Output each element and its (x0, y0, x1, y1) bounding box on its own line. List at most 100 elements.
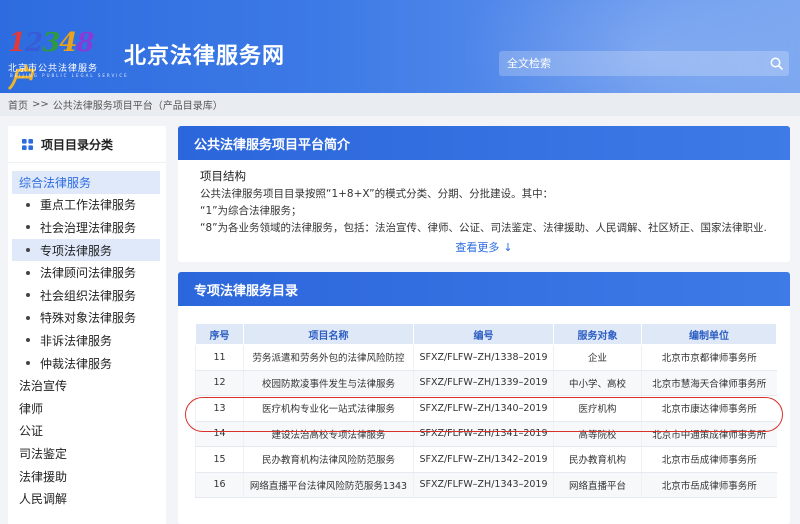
sidebar-item-label: 司法鉴定 (19, 446, 68, 461)
sidebar-item[interactable]: 专项法律服务 (12, 238, 160, 262)
cell-organization: 北京市康达律师事务所 (641, 395, 777, 422)
catalog-table-wrap: 序号 项目名称 编号 服务对象 编制单位 11 劳务派遣和劳务外包的法律风险防控 S… (195, 323, 777, 498)
cell-target: 企业 (553, 344, 642, 371)
cell-code: SFXZ/FLFW–ZH/1338–2019 (413, 344, 554, 371)
sidebar-item-label: 综合法律服务 (19, 175, 92, 190)
table-row[interactable]: 16 网络直播平台法律风险防范服务1343 SFXZ/FLFW–ZH/1343–20… (195, 472, 777, 498)
bullet-icon (26, 202, 30, 207)
sidebar-item-label: 律师 (19, 401, 44, 416)
intro-line: “1”为综合法律服务； (200, 205, 302, 217)
sidebar-item[interactable]: 社会治理法律服务 (8, 216, 166, 239)
cell-project-name: 网络直播平台法律风险防范服务1343 (243, 472, 414, 498)
sidebar-item-label: 公证 (19, 424, 44, 439)
sidebar-item[interactable]: 非诉法律服务 (8, 329, 166, 352)
table-row[interactable]: 14 建设法治高校专项法律服务 SFXZ/FLFW–ZH/1341–2019 高等院校… (195, 421, 777, 447)
sidebar-item[interactable]: 社会组织法律服务 (8, 284, 166, 307)
intro-card-title: 公共法律服务项目平台简介 (178, 126, 790, 160)
cell-index: 15 (195, 446, 244, 473)
search-icon (770, 57, 783, 70)
sidebar-item-label: 专项法律服务 (40, 243, 113, 258)
table-row[interactable]: 12 校园防欺凌事件发生与法律服务 SFXZ/FLFW–ZH/1339–2019 中小… (195, 370, 777, 396)
bullet-icon (26, 293, 30, 298)
sidebar-item-label: 法治宣传 (19, 379, 68, 394)
cell-index: 13 (195, 395, 244, 422)
grid-icon (22, 138, 33, 150)
sidebar-item[interactable]: 公证 (8, 420, 166, 443)
search-box (499, 51, 789, 76)
search-button[interactable] (764, 51, 789, 76)
sidebar-item-label: 人民调解 (19, 492, 68, 507)
cell-organization: 北京市京都律师事务所 (641, 344, 777, 371)
bullet-icon (26, 248, 30, 253)
view-more-label: 查看更多 (455, 241, 500, 254)
bullet-icon (26, 338, 30, 343)
bullet-icon (26, 225, 30, 230)
cell-target: 民办教育机构 (553, 446, 642, 473)
column-header-name: 项目名称 (243, 323, 414, 345)
sidebar-item-label: 社会治理法律服务 (40, 220, 137, 235)
intro-body: 项目结构 公共法律服务项目目录按照“1+8+X”的模式分类、分期、分批建设。其中… (178, 160, 790, 245)
intro-card: 公共法律服务项目平台简介 项目结构 公共法律服务项目目录按照“1+8+X”的模式… (178, 126, 790, 262)
sidebar-item[interactable]: 司法鉴定 (8, 442, 166, 465)
catalog-card-title: 专项法律服务目录 (178, 272, 790, 306)
sidebar-item[interactable]: 重点工作法律服务 (8, 194, 166, 217)
table-header-row: 序号 项目名称 编号 服务对象 编制单位 (195, 323, 777, 345)
sidebar-item[interactable]: 法律援助 (8, 465, 166, 488)
sidebar-item-label: 法律顾问法律服务 (40, 266, 137, 281)
sidebar-list: 综合法律服务重点工作法律服务社会治理法律服务 专项法律服务法律顾问法律服务社会组织… (8, 163, 166, 510)
cell-code: SFXZ/FLFW–ZH/1340–2019 (413, 395, 554, 422)
cell-index: 12 (195, 370, 244, 396)
column-header-organization: 编制单位 (641, 323, 777, 345)
cell-index: 11 (195, 344, 244, 371)
cell-project-name: 校园防欺凌事件发生与法律服务 (243, 370, 414, 396)
sidebar-item-label: 特殊对象法律服务 (40, 311, 137, 326)
cell-organization: 北京市岳成律师事务所 (641, 446, 777, 473)
cell-target: 网络直播平台 (553, 472, 642, 498)
sidebar-item[interactable]: 律师 (8, 397, 166, 420)
sidebar-item-label: 法律援助 (19, 469, 68, 484)
sidebar-item[interactable]: 人民调解 (8, 487, 166, 510)
cell-target: 中小学、高校 (553, 370, 642, 396)
view-more-link[interactable]: 查看更多 ↓ (178, 239, 790, 255)
intro-subtitle: 项目结构 (200, 169, 246, 183)
cell-code: SFXZ/FLFW–ZH/1342–2019 (413, 446, 554, 473)
cell-organization: 北京市中通策成律师事务所 (641, 421, 777, 447)
cell-project-name: 建设法治高校专项法律服务 (243, 421, 414, 447)
cell-project-name: 民办教育机构法律风险防范服务 (243, 446, 414, 473)
sidebar-item-label: 仲裁法律服务 (40, 356, 113, 371)
cell-code: SFXZ/FLFW–ZH/1343–2019 (413, 472, 554, 498)
bullet-icon (26, 361, 30, 366)
sidebar-item[interactable]: 仲裁法律服务 (8, 352, 166, 375)
sidebar-item[interactable]: 法律顾问法律服务 (8, 261, 166, 284)
sidebar-item[interactable]: 特殊对象法律服务 (8, 307, 166, 330)
table-row[interactable]: 15 民办教育机构法律风险防范服务 SFXZ/FLFW–ZH/1342–2019 民办… (195, 446, 777, 473)
cell-project-name: 劳务派遣和劳务外包的法律风险防控 (243, 344, 414, 371)
column-header-code: 编号 (413, 323, 554, 345)
breadcrumb-current: 公共法律服务项目平台（产品目录库） (52, 101, 223, 112)
logo[interactable]: 12348户 北京市公共法律服务 BEIJING PUBLIC LEGAL SE… (8, 28, 127, 93)
sidebar-header: 项目目录分类 (8, 126, 166, 163)
sidebar-item-label: 非诉法律服务 (40, 333, 113, 348)
column-header-target: 服务对象 (553, 323, 642, 345)
cell-target: 医疗机构 (553, 395, 642, 422)
catalog-table: 序号 项目名称 编号 服务对象 编制单位 11 劳务派遣和劳务外包的法律风险防控 S… (195, 323, 777, 498)
bullet-icon (26, 270, 30, 275)
cell-organization: 北京市岳成律师事务所 (641, 472, 777, 498)
cell-code: SFXZ/FLFW–ZH/1339–2019 (413, 370, 554, 396)
cell-index: 14 (195, 421, 244, 447)
sidebar-item[interactable]: 综合法律服务 (12, 171, 160, 194)
breadcrumb-separator: >> (32, 99, 49, 110)
sidebar-title: 项目目录分类 (41, 137, 114, 152)
site-header: 12348户 北京市公共法律服务 BEIJING PUBLIC LEGAL SE… (0, 0, 800, 93)
table-row[interactable]: 11 劳务派遣和劳务外包的法律风险防控 SFXZ/FLFW–ZH/1338–2019… (195, 344, 777, 371)
sidebar-item[interactable]: 法治宣传 (8, 374, 166, 397)
bullet-icon (26, 315, 30, 320)
table-row[interactable]: 13 医疗机构专业化一站式法律服务 SFXZ/FLFW–ZH/1340–2019 医疗… (195, 395, 777, 422)
intro-line: 公共法律服务项目目录按照“1+8+X”的模式分类、分期、分批建设。其中： (200, 188, 554, 200)
breadcrumb-home-link[interactable]: 首页 (8, 97, 28, 112)
category-sidebar: 项目目录分类 综合法律服务重点工作法律服务社会治理法律服务 专项法律服务法律顾问法… (8, 126, 166, 524)
catalog-card: 专项法律服务目录 序号 项目名称 编号 服务对象 编制单位 11 劳务派遣和劳务外… (178, 272, 790, 524)
arrow-down-icon: ↓ (503, 241, 513, 254)
search-input[interactable] (499, 51, 763, 76)
cell-index: 16 (195, 472, 244, 498)
